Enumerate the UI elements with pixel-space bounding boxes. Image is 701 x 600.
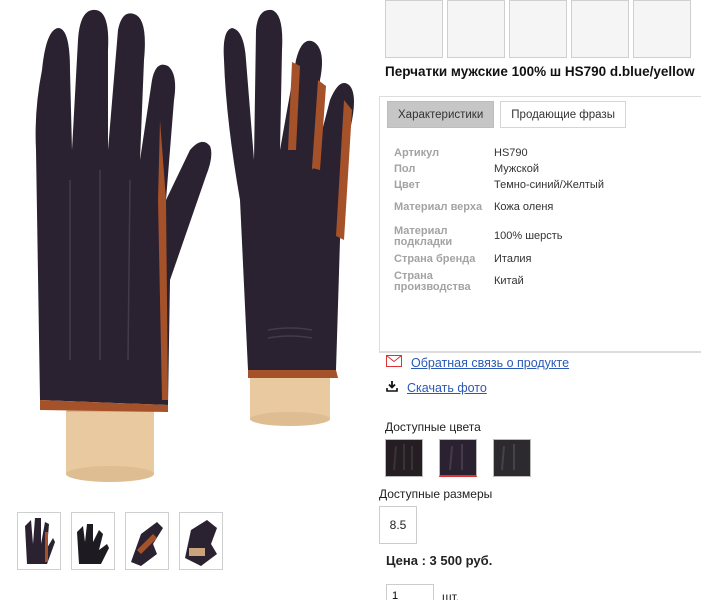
feedback-link-row: Обратная связь о продукте [386, 355, 569, 370]
spec-label: Материал верха [394, 201, 483, 213]
color-options [385, 439, 531, 477]
spec-value: Мужской [494, 162, 539, 175]
spec-row-color: Цвет Темно-синий/Желтый [394, 177, 694, 193]
spec-value: Китай [494, 275, 524, 287]
product-title: Перчатки мужские 100% ш HS790 d.blue/yel… [385, 64, 695, 79]
quantity-input[interactable] [386, 584, 434, 600]
envelope-icon [386, 355, 402, 370]
download-photo-link[interactable]: Скачать фото [407, 381, 487, 395]
spec-value: Италия [494, 252, 532, 265]
spec-value: Кожа оленя [494, 201, 554, 213]
tab-characteristics[interactable]: Характеристики [387, 101, 495, 128]
tab-selling-phrases[interactable]: Продающие фразы [500, 101, 626, 128]
top-thumbnail-row [385, 0, 691, 58]
spec-label: Артикул [394, 146, 440, 159]
spec-value: 100% шерсть [494, 230, 563, 242]
spec-label: Страна производства [394, 269, 471, 293]
top-thumbnail-1[interactable] [385, 0, 443, 58]
feedback-link[interactable]: Обратная связь о продукте [411, 356, 569, 370]
spec-row-outer-material: Материал верха Кожа оленя [394, 193, 694, 222]
spec-row-lining-material: Материал подкладки 100% шерсть [394, 222, 694, 251]
color-swatch-black[interactable] [385, 439, 423, 477]
thumbnail-strip [17, 512, 223, 570]
spec-label: Пол [394, 162, 416, 175]
thumbnail-2[interactable] [71, 512, 115, 570]
download-icon [386, 380, 398, 395]
spec-row-gender: Пол Мужской [394, 161, 694, 177]
spec-row-brand-country: Страна бренда Италия [394, 251, 694, 267]
spec-row-manufacture-country: Страна производства Китай [394, 267, 694, 296]
quantity-unit: шт. [442, 590, 460, 600]
download-link-row: Скачать фото [386, 380, 487, 395]
spec-row-article: Артикул HS790 [394, 145, 694, 161]
spec-value: HS790 [494, 146, 528, 159]
color-swatch-dark-blue[interactable] [439, 439, 477, 477]
top-thumbnail-5[interactable] [633, 0, 691, 58]
thumbnail-4[interactable] [179, 512, 223, 570]
top-thumbnail-3[interactable] [509, 0, 567, 58]
thumbnail-3[interactable] [125, 512, 169, 570]
product-details-panel: Характеристики Продающие фразы Артикул H… [379, 96, 701, 352]
thumbnail-1[interactable] [17, 512, 61, 570]
spec-label: Страна бренда [394, 252, 476, 265]
top-thumbnail-4[interactable] [571, 0, 629, 58]
available-colors-label: Доступные цвета [385, 420, 481, 434]
product-main-image [0, 0, 378, 500]
section-divider [379, 352, 701, 353]
color-swatch-dark-gray[interactable] [493, 439, 531, 477]
available-sizes-label: Доступные размеры [379, 487, 493, 501]
size-option[interactable]: 8.5 [379, 506, 417, 544]
specs-table: Артикул HS790 Пол Мужской Цвет Темно-син… [394, 145, 694, 296]
top-thumbnail-2[interactable] [447, 0, 505, 58]
spec-label: Цвет [394, 178, 421, 191]
spec-label: Материал подкладки [394, 224, 453, 248]
spec-value: Темно-синий/Желтый [494, 178, 604, 191]
product-price: Цена : 3 500 руб. [386, 553, 493, 568]
details-tabs: Характеристики Продающие фразы [387, 101, 626, 128]
